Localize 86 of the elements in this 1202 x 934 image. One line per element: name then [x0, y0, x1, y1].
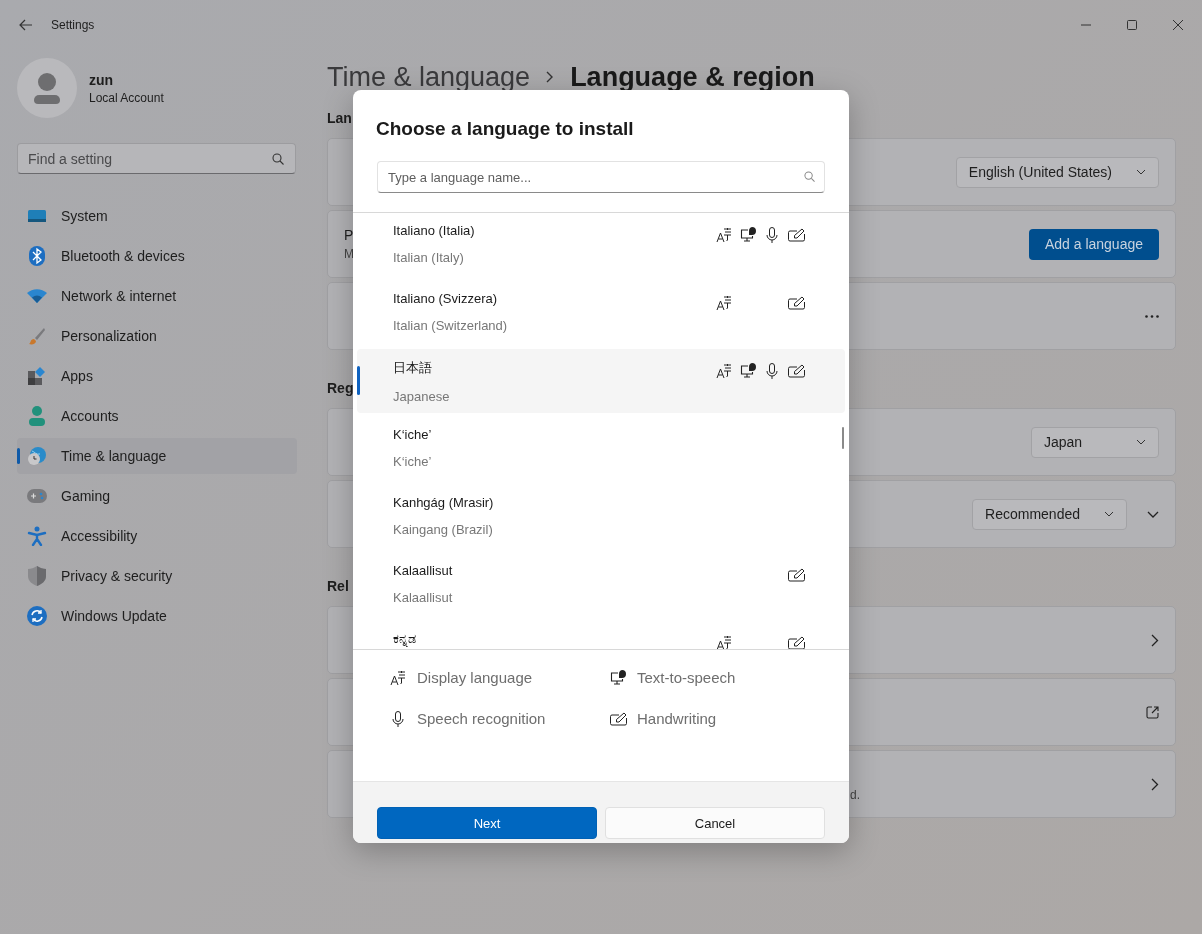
section-heading: Reg: [327, 380, 354, 396]
selection-indicator: [357, 366, 360, 395]
nav-item[interactable]: Bluetooth & devices: [17, 238, 297, 274]
section-heading: Rel: [327, 578, 349, 594]
chevron-down-icon: [1136, 169, 1146, 175]
nav-item[interactable]: Windows Update: [17, 598, 297, 634]
language-item[interactable]: 日本語 Japanese: [357, 349, 845, 413]
search-icon: [804, 171, 815, 182]
language-english-name: Kaingang (Brazil): [393, 522, 494, 537]
language-name: Italiano (Svizzera): [393, 291, 499, 306]
expand-icon[interactable]: [1147, 510, 1159, 518]
language-name: 日本語: [393, 359, 433, 377]
shield-icon: [27, 566, 47, 586]
chevron-right-icon: [1151, 633, 1159, 647]
language-english-name: Italian (Italy): [393, 250, 465, 265]
language-item[interactable]: K‘iche’ K‘iche’: [357, 417, 845, 481]
language-item[interactable]: Kanhgág (Mrasir) Kaingang (Brazil): [357, 485, 845, 549]
cancel-button[interactable]: Cancel: [605, 807, 825, 839]
external-link-icon: [1146, 705, 1159, 719]
legend-label: Handwriting: [637, 710, 717, 727]
person-icon: [27, 406, 47, 426]
scrollbar-thumb[interactable]: [842, 427, 844, 449]
nav-item[interactable]: Gaming: [17, 478, 297, 514]
nav-item[interactable]: Network & internet: [17, 278, 297, 314]
maximize-icon[interactable]: [1127, 20, 1137, 30]
more-icon[interactable]: [1145, 314, 1159, 318]
speech-monitor-icon: [609, 669, 627, 686]
search-field[interactable]: Find a setting: [17, 143, 296, 174]
language-item[interactable]: Italiano (Svizzera) Italian (Switzerland): [357, 281, 845, 345]
language-name: ಕನ್ನಡ: [393, 631, 416, 647]
language-name: Kanhgág (Mrasir): [393, 495, 494, 510]
language-english-name: Kalaallisut: [393, 590, 453, 605]
language-name: Italiano (Italia): [393, 223, 475, 238]
language-name: K‘iche’: [393, 427, 432, 442]
window-title: Settings: [51, 18, 95, 32]
avatar-icon: [17, 58, 77, 118]
language-english-name: K‘iche’: [393, 454, 432, 469]
language-item[interactable]: Kalaallisut Kalaallisut: [357, 553, 845, 617]
nav-item[interactable]: Time & language: [17, 438, 297, 474]
monitor-icon: [27, 208, 47, 224]
account-name: zun: [89, 71, 115, 88]
legend-label: Speech recognition: [417, 710, 546, 727]
dropdown[interactable]: Recommended: [972, 498, 1127, 530]
language-english-name: Japanese: [393, 389, 450, 404]
gamepad-icon: [27, 489, 47, 503]
section-heading: Lan: [327, 110, 352, 126]
nav-item[interactable]: Accessibility: [17, 518, 297, 554]
chevron-down-icon: [1136, 439, 1146, 445]
accessibility-icon: [27, 526, 47, 546]
language-icon: [390, 669, 406, 686]
language-item[interactable]: ಕನ್ನಡ: [357, 621, 845, 649]
nav-item[interactable]: Accounts: [17, 398, 297, 434]
globe-clock-icon: [27, 446, 47, 466]
dropdown[interactable]: Japan: [1031, 426, 1159, 458]
back-icon[interactable]: [19, 19, 33, 31]
chevron-right-icon: [546, 71, 555, 83]
close-icon[interactable]: [1173, 20, 1183, 30]
language-english-name: Italian (Switzerland): [393, 318, 508, 333]
nav-item[interactable]: Personalization: [17, 318, 297, 354]
card-subtitle: M: [344, 247, 354, 261]
account-type: Local Account: [89, 90, 164, 105]
search-icon: [272, 153, 284, 165]
language-name: Kalaallisut: [393, 563, 453, 578]
page-title: Language & region: [570, 61, 815, 93]
card-title: P: [344, 227, 354, 243]
nav-item[interactable]: System: [17, 198, 297, 234]
nav-item[interactable]: Privacy & security: [17, 558, 297, 594]
add-language-button[interactable]: Add a language: [1028, 228, 1159, 260]
dialog-title: Choose a language to install: [376, 118, 635, 140]
dropdown[interactable]: English (United States): [955, 156, 1159, 188]
update-icon: [27, 606, 47, 626]
nav-item[interactable]: Apps: [17, 358, 297, 394]
legend-label: Text-to-speech: [637, 669, 736, 686]
bluetooth-icon: [27, 246, 47, 266]
microphone-icon: [392, 710, 404, 727]
card-subtitle: d.: [850, 788, 860, 802]
apps-icon: [27, 367, 47, 385]
wifi-icon: [27, 289, 47, 303]
brush-icon: [27, 327, 47, 345]
language-item[interactable]: Italiano (Italia) Italian (Italy): [357, 213, 845, 277]
pen-box-icon: [609, 711, 627, 726]
breadcrumb-parent[interactable]: Time & language: [327, 61, 531, 93]
next-button[interactable]: Next: [377, 807, 597, 839]
legend-label: Display language: [417, 669, 533, 686]
chevron-down-icon: [1104, 511, 1114, 517]
chevron-right-icon: [1151, 777, 1159, 791]
